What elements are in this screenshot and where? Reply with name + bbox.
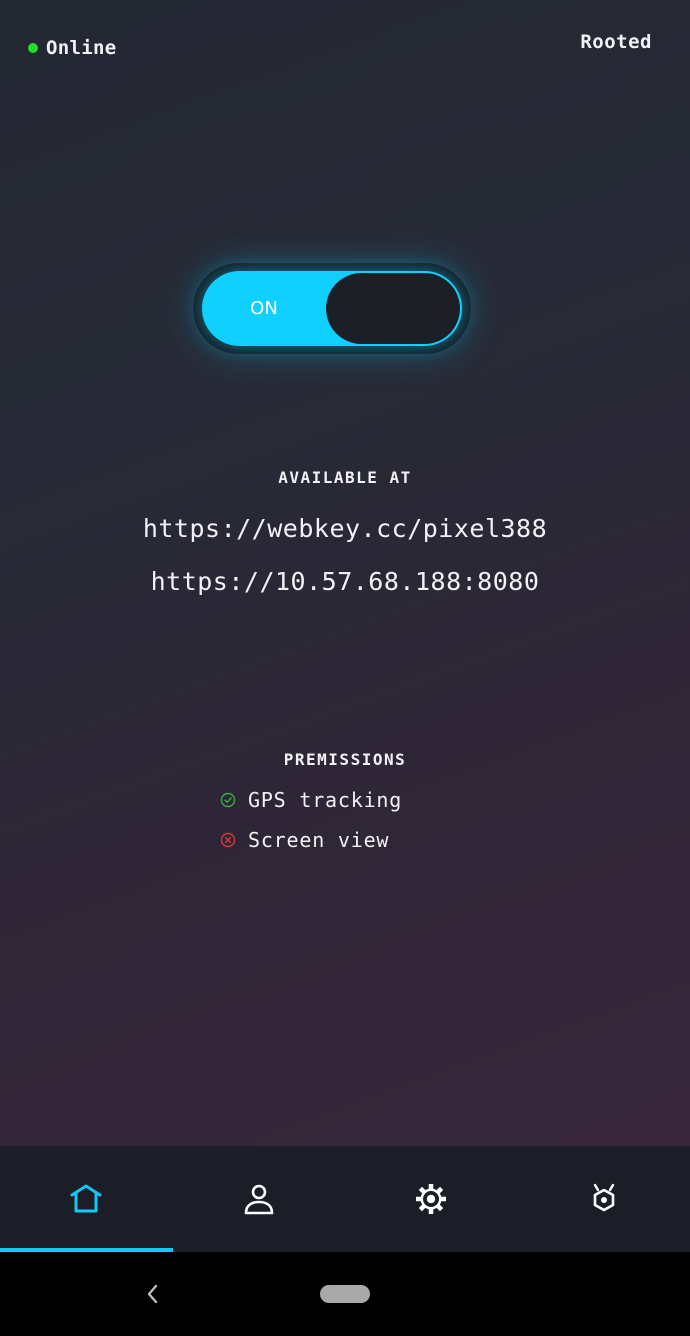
hexagon-icon [593, 1183, 615, 1212]
permission-label: Screen view [248, 828, 390, 852]
system-nav-bar [0, 1252, 690, 1336]
permissions-title: PREMISSIONS [283, 750, 407, 769]
permission-gps[interactable]: GPS tracking [220, 786, 402, 814]
toggle-label: ON [250, 298, 278, 319]
home-icon [70, 1184, 102, 1213]
url-remote[interactable]: https://webkey.cc/pixel388 [0, 514, 690, 543]
permission-label: GPS tracking [248, 788, 403, 812]
x-circle-icon [220, 832, 236, 848]
tab-account[interactable] [173, 1146, 345, 1252]
tab-other[interactable] [518, 1146, 690, 1252]
permissions-list: GPS tracking Screen view [220, 786, 402, 866]
online-label: Online [46, 37, 117, 59]
home-pill-button[interactable] [320, 1285, 370, 1303]
back-icon[interactable] [140, 1281, 164, 1307]
permission-screen-view[interactable]: Screen view [220, 826, 402, 854]
tab-home[interactable] [0, 1146, 172, 1252]
available-title: AVAILABLE AT [278, 468, 412, 487]
gear-icon [416, 1184, 446, 1214]
tab-settings[interactable] [345, 1146, 517, 1252]
power-toggle[interactable]: ON [193, 263, 471, 354]
user-icon [244, 1184, 274, 1215]
online-status: Online [28, 36, 116, 60]
rooted-label: Rooted [580, 31, 652, 53]
main-screen: Online Rooted ON AVAILABLE AT https://we… [0, 0, 690, 1146]
toggle-track[interactable]: ON [202, 271, 462, 346]
online-dot-icon [28, 43, 38, 53]
bottom-tab-bar [0, 1146, 690, 1252]
toggle-knob[interactable] [326, 273, 460, 344]
check-circle-icon [220, 792, 236, 808]
url-local[interactable]: https://10.57.68.188:8080 [0, 567, 690, 596]
